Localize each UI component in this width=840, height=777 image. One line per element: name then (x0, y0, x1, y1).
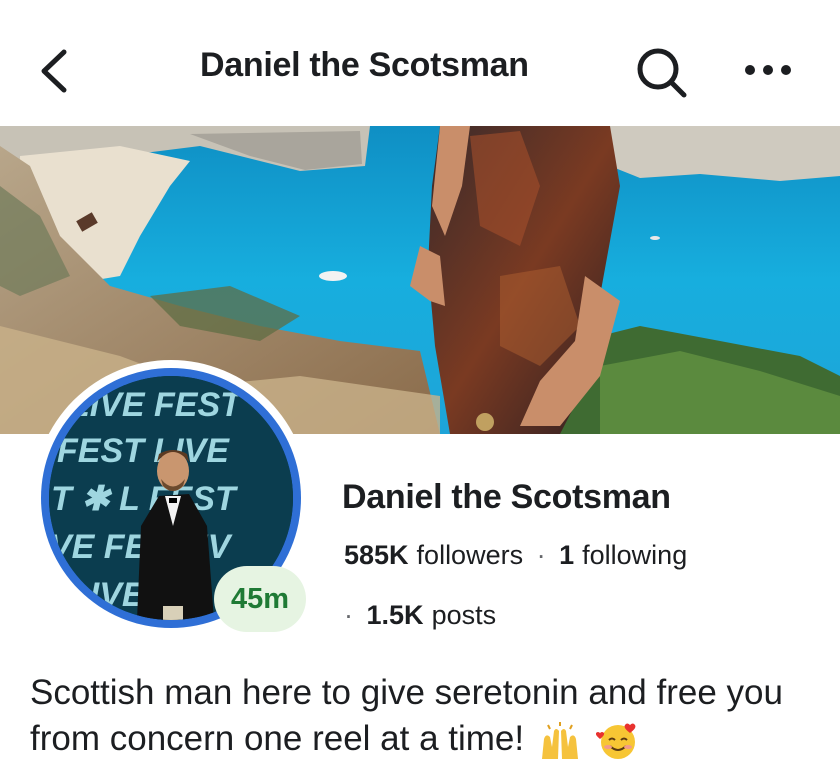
chevron-left-icon (41, 49, 67, 93)
separator-dot: · (344, 600, 353, 630)
back-button[interactable] (30, 44, 80, 98)
separator-dot: · (536, 540, 546, 570)
top-bar: Daniel the Scotsman (0, 0, 840, 126)
following-link[interactable]: 1 following (552, 540, 688, 570)
raising-hands-emoji-icon (541, 721, 578, 759)
posts-stats: · 1.5K posts (344, 600, 496, 631)
bio-text: Scottish man here to give seretonin and … (30, 673, 783, 758)
backdrop-text: LIVE FEST (69, 386, 244, 424)
backdrop-text: LIVE (69, 576, 146, 614)
backdrop-text: FEST LIVE (57, 432, 230, 470)
followers-count: 585K (344, 540, 409, 570)
backdrop-text: T ✱ L FEST (51, 480, 239, 518)
more-options-button[interactable] (736, 52, 800, 88)
page-title: Daniel the Scotsman (200, 46, 529, 84)
followers-label: followers (416, 540, 524, 570)
more-horizontal-icon (745, 65, 791, 75)
follow-stats: 585K followers · 1 following (344, 540, 687, 571)
search-button[interactable] (630, 44, 694, 104)
followers-link[interactable]: 585K followers (344, 540, 531, 570)
status-badge: 45m (214, 566, 306, 632)
search-icon (637, 48, 687, 98)
profile-name: Daniel the Scotsman (342, 478, 671, 516)
smiling-face-with-hearts-emoji-icon (595, 723, 636, 759)
posts-count: 1.5K (366, 600, 424, 630)
posts-label: posts (431, 600, 497, 630)
following-label: following (582, 540, 688, 570)
posts-link[interactable]: 1.5K posts (359, 600, 497, 630)
following-count: 1 (559, 540, 575, 570)
profile-bio: Scottish man here to give seretonin and … (30, 670, 830, 762)
